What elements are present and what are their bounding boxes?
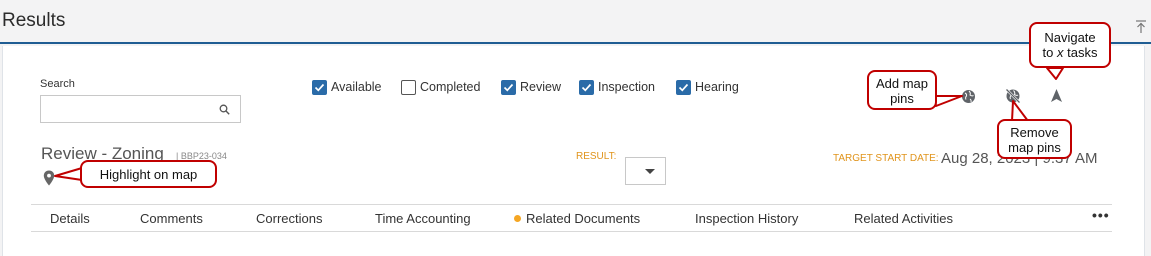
callout-highlight-on-map: Highlight on map: [80, 160, 217, 188]
callout-pointers: [54, 67, 1064, 181]
callout-navigate: Navigate to x tasks: [1029, 22, 1111, 68]
callout-remove-map-pins: Remove map pins: [997, 119, 1072, 159]
callout-add-map-pins: Add map pins: [867, 70, 937, 110]
